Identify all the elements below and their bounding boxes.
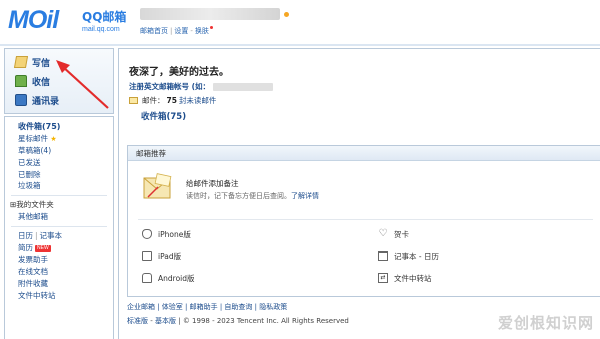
unread-link[interactable]: 封未读邮件 (179, 95, 217, 106)
apple-icon (142, 229, 152, 239)
note-feature: 给邮件添加备注 读信时，记下备忘方便日后查阅。了解详情 (138, 173, 598, 205)
my-folders[interactable]: ⊞我的文件夹 (5, 199, 113, 211)
brand-name: QQ邮箱 (82, 10, 127, 24)
compose-label: 写信 (32, 58, 51, 69)
note-title: 给邮件添加备注 (186, 179, 239, 188)
note-desc: 读信时，记下备忘方便日后查阅。了解详情 (186, 192, 319, 200)
vip-dot-icon (284, 12, 289, 17)
calendar-icon (378, 251, 388, 261)
folder-divider (11, 226, 107, 228)
android-icon (142, 273, 152, 283)
envelope-icon (129, 97, 138, 104)
app-iphone[interactable]: iPhone版 (142, 228, 191, 240)
recommend-panel: 邮箱推荐 给邮件添加备注 读信时，记下备忘方便日后查阅。了解详情 iPhone版… (127, 145, 600, 297)
header: MOil QQ邮箱 mail.qq.com 邮箱首页 | 设置 - 换肤 (0, 0, 600, 46)
mail-summary: 邮件： 75 封未读邮件 (129, 95, 216, 106)
standard-version-link[interactable]: 标准版 (127, 317, 148, 325)
folder-divider (11, 195, 107, 197)
folder-list: 收件箱(75) 星标邮件 ★ 草稿箱(4) 已发送 已删除 垃圾箱 ⊞我的文件夹… (4, 116, 114, 339)
folder-inbox[interactable]: 收件箱(75) (5, 121, 113, 133)
footer-copyright: 标准版 - 基本版 | © 1998 - 2023 Tencent Inc. A… (127, 317, 349, 325)
inbox-link[interactable]: 收件箱(75) (141, 110, 186, 122)
tool-calendar-notes: 日历 | 记事本 (18, 231, 63, 241)
link-change-skin[interactable]: 换肤 (195, 27, 209, 35)
note-envelope-icon (143, 173, 172, 199)
write-icon (13, 56, 29, 68)
inbox-icon (15, 75, 27, 87)
blurred-email (213, 83, 274, 91)
top-links: 邮箱首页 | 设置 - 换肤 (140, 26, 213, 36)
compose-button[interactable]: 写信 (13, 55, 51, 69)
contacts-button[interactable]: 通讯录 (15, 93, 59, 107)
tool-invoice[interactable]: 发票助手 (5, 254, 113, 266)
folder-starred[interactable]: 星标邮件 ★ (5, 133, 113, 145)
transfer-icon: ⇄ (378, 273, 388, 283)
app-ipad[interactable]: iPad版 (142, 250, 181, 262)
file-transfer[interactable]: ⇄ 文件中转站 (378, 272, 432, 284)
blurred-username (140, 8, 280, 20)
logo-text: MOil (8, 6, 59, 34)
header-divider (0, 44, 600, 46)
tool-notes[interactable]: 记事本 (40, 231, 63, 240)
main-panel: 夜深了，美好的过去。 注册英文邮箱帐号 (如： 邮件： 75 封未读邮件 收件箱(7… (118, 48, 600, 339)
greeting-card[interactable]: ♡ 贺卡 (378, 228, 409, 240)
watermark: 爱创根知识网 (497, 314, 594, 332)
folder-deleted[interactable]: 已删除 (5, 169, 113, 181)
sidebar-actions: 写信 收信 通讯录 (4, 48, 114, 114)
tablet-icon (142, 251, 152, 261)
sidebar: 写信 收信 通讯录 收件箱(75) 星标邮件 ★ 草稿箱(4) 已发送 已删除 … (4, 48, 114, 339)
brand-domain: mail.qq.com (82, 26, 120, 33)
folder-drafts[interactable]: 草稿箱(4) (5, 145, 113, 157)
heart-icon: ♡ (378, 228, 388, 239)
app-android[interactable]: Android版 (142, 272, 195, 284)
learn-more-link[interactable]: 了解详情 (291, 192, 319, 200)
tool-attachments[interactable]: 附件收藏 (5, 278, 113, 290)
notes-calendar[interactable]: 记事本 - 日历 (378, 250, 439, 262)
footer-links[interactable]: 企业邮箱 | 体验室 | 邮箱助手 | 自助查询 | 隐私政策 (127, 302, 287, 312)
contacts-label: 通讯录 (32, 96, 60, 107)
notification-dot (209, 26, 213, 29)
qqmail-logo[interactable]: MOil (8, 6, 80, 36)
folder-spam[interactable]: 垃圾箱 (5, 180, 113, 192)
folder-sent[interactable]: 已发送 (5, 157, 113, 169)
tool-calendar[interactable]: 日历 (18, 231, 33, 240)
brand: QQ邮箱 mail.qq.com (82, 8, 126, 33)
star-icon: ★ (50, 134, 57, 143)
basic-version-link[interactable]: 基本版 (155, 317, 176, 325)
register-english-account[interactable]: 注册英文邮箱帐号 (如： (129, 81, 274, 92)
receive-label: 收信 (32, 77, 51, 88)
link-mailbox-home[interactable]: 邮箱首页 (140, 27, 168, 35)
receive-button[interactable]: 收信 (15, 74, 50, 88)
new-badge: NEW (35, 244, 51, 252)
tool-online-docs[interactable]: 在线文档 (5, 266, 113, 278)
tool-file-transfer[interactable]: 文件中转站 (5, 290, 113, 302)
contacts-icon (15, 94, 27, 106)
recommend-title: 邮箱推荐 (128, 146, 600, 161)
tool-resume[interactable]: 简历 NEW (5, 242, 113, 254)
unread-count: 75 (166, 96, 177, 105)
greeting: 夜深了，美好的过去。 (129, 67, 229, 78)
recommend-divider (138, 219, 593, 220)
link-settings[interactable]: 设置 (174, 27, 188, 35)
other-mailboxes[interactable]: 其他邮箱 (5, 211, 113, 223)
